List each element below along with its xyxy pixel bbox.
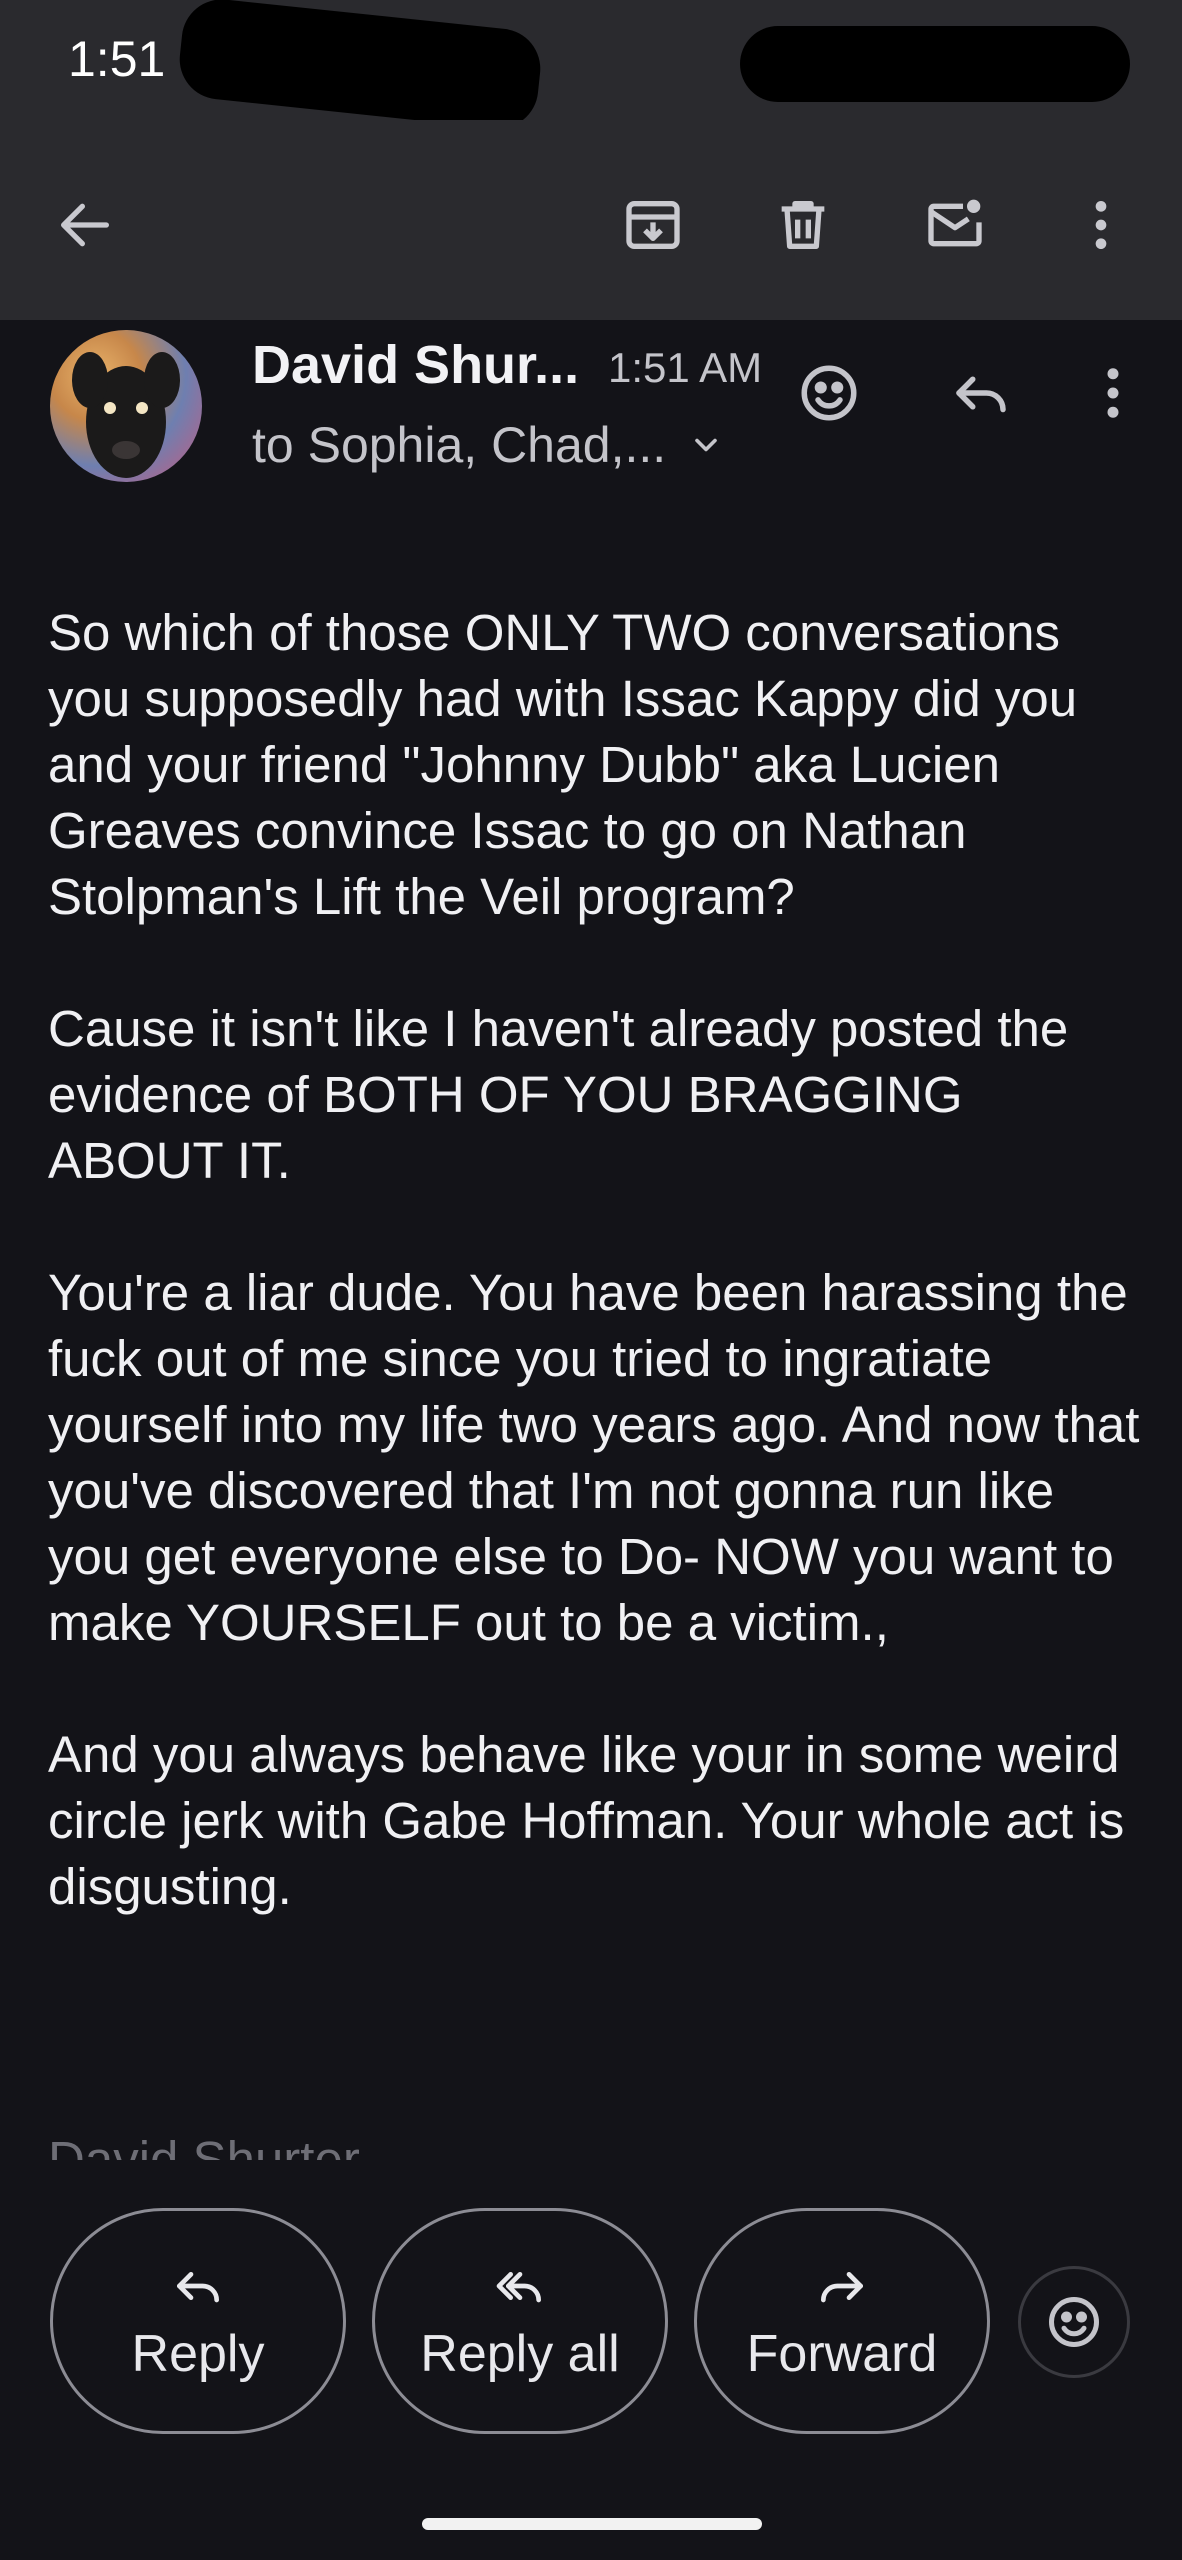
back-arrow-icon[interactable] [40,180,130,270]
emoji-react-button[interactable] [1018,2266,1130,2378]
mark-unread-icon[interactable] [910,180,1000,270]
sender-name[interactable]: David Shur... [252,334,579,396]
more-vert-icon[interactable] [1056,180,1146,270]
trash-icon[interactable] [758,180,848,270]
message-time: 1:51 AM [608,344,763,391]
message-body: So which of those ONLY TWO conversations… [48,600,1148,1986]
body-paragraph: Cause it isn't like I haven't already po… [48,1000,1069,1189]
message-header: David Shur... 1:51 AM to Sophia, Chad,..… [0,320,1182,500]
emoji-icon [1049,2297,1099,2347]
forward-icon [821,2272,863,2303]
reply-icon[interactable] [936,348,1026,438]
body-paragraph: You're a liar dude. You have been harass… [48,1264,1140,1651]
body-paragraph: So which of those ONLY TWO conversations… [48,604,1078,925]
body-paragraph: And you always behave like your in some … [48,1726,1125,1915]
reply-all-button[interactable]: Reply all [372,2208,668,2434]
recipients-toggle[interactable]: to Sophia, Chad,... [252,416,724,474]
redaction-mark [175,0,545,133]
chevron-down-icon [695,438,717,452]
more-vert-icon[interactable] [1068,348,1158,438]
emoji-react-icon[interactable] [784,348,874,438]
reply-icon [177,2272,220,2303]
reply-label: Reply [131,2325,265,2383]
home-indicator[interactable] [422,2518,762,2530]
reply-all-label: Reply all [420,2325,620,2383]
recipients-label: to Sophia, Chad,... [252,417,667,473]
forward-button[interactable]: Forward [694,2208,990,2434]
reply-all-icon [496,2272,541,2303]
status-time: 1:51 [68,31,166,87]
avatar[interactable] [50,330,202,482]
redaction-mark [740,26,1130,102]
archive-icon[interactable] [608,180,698,270]
status-bar: 1:51 [0,0,1182,133]
top-toolbar [0,120,1182,320]
signature: David Shurter [48,2131,360,2160]
forward-label: Forward [746,2325,938,2383]
action-bar: Reply Reply all Forward [0,2190,1182,2450]
reply-button[interactable]: Reply [50,2208,346,2434]
